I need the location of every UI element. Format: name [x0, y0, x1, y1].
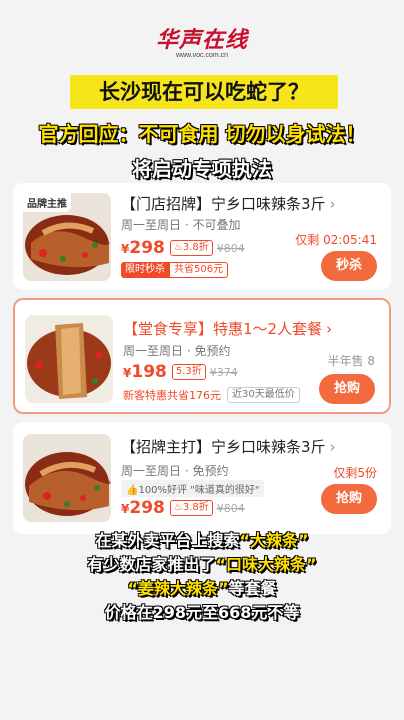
discount-badge: ♨3.8折 [169, 240, 213, 256]
deal-meta: 周一至周日 · 免预约 [121, 464, 229, 478]
stock-remaining: 仅剩5份 [333, 466, 377, 480]
flame-icon: ♨ [173, 242, 183, 253]
price-row: ¥298 ♨3.8折 ¥804 [121, 498, 245, 518]
original-price: ¥374 [209, 365, 238, 379]
logo-text: 华声在线 [155, 27, 248, 53]
review-snippet: 👍100%好评 "味道真的很好" [121, 480, 265, 497]
deal-card[interactable]: 【招牌主打】宁乡口味辣条3斤 › 周一至周日 · 免预约 👍100%好评 "味道真… [13, 422, 391, 534]
deal-meta: 周一至周日 · 免预约 [123, 344, 231, 358]
food-image [23, 434, 111, 522]
news-logo: 华声在线 www.voc.com.cn [0, 22, 404, 59]
chevron-right-icon: › [329, 438, 336, 456]
price: ¥298 [121, 238, 165, 258]
deal-title: 【堂食专享】特惠1～2人套餐 › [123, 320, 333, 338]
promo-row: 限时秒杀 共省506元 [121, 262, 229, 278]
price: ¥298 [121, 498, 165, 518]
lowest-price-tag: 近30天最低价 [227, 387, 300, 403]
price-row: ¥298 ♨3.8折 ¥804 [121, 238, 245, 258]
subtitle-enforcement: 将启动专项执法 [132, 157, 272, 181]
sales-count: 半年售 8 [327, 354, 375, 368]
flash-buy-button[interactable]: 秒杀 [321, 251, 377, 281]
buy-button[interactable]: 抢购 [319, 374, 375, 404]
caption-line-1: 在某外卖平台上搜索“大辣条” [95, 531, 309, 550]
deal-meta: 周一至周日 · 不可叠加 [121, 218, 241, 232]
caption-line-2: 有少数店家推出了“口味大辣条” [87, 555, 317, 574]
deal-card[interactable]: 【堂食专享】特惠1～2人套餐 › 周一至周日 · 免预约 ¥198 5.3折 ¥3… [13, 298, 391, 414]
deal-title: 【招牌主打】宁乡口味辣条3斤 › [121, 438, 336, 456]
buy-button[interactable]: 抢购 [321, 484, 377, 514]
discount-badge: 5.3折 [171, 364, 206, 380]
flash-sale-tag: 限时秒杀 [121, 262, 169, 278]
headline: 长沙现在可以吃蛇了？ [70, 75, 338, 109]
saving-tag: 共省506元 [169, 262, 229, 278]
promo-row: 新客特惠共省176元 近30天最低价 [123, 387, 300, 403]
food-image: 品牌主推 [23, 193, 111, 281]
chevron-right-icon: › [326, 320, 333, 338]
original-price: ¥804 [216, 241, 245, 255]
brand-badge: 品牌主推 [23, 193, 71, 212]
price: ¥198 [123, 362, 167, 382]
deal-title: 【门店招牌】宁乡口味辣条3斤 › [121, 195, 336, 213]
subtitle-official-response: 官方回应：不可食用 切勿以身试法！ [38, 122, 366, 146]
logo-url: www.voc.com.cn [175, 52, 229, 59]
new-customer-saving: 新客特惠共省176元 [123, 389, 221, 402]
flame-icon: ♨ [173, 502, 183, 513]
thumbs-up-icon: 👍 [126, 485, 139, 496]
discount-badge: ♨3.8折 [169, 500, 213, 516]
deal-card[interactable]: 品牌主推 【门店招牌】宁乡口味辣条3斤 › 周一至周日 · 不可叠加 ¥298 ♨… [13, 183, 391, 290]
caption-line-4: 价格在298元至668元不等 [104, 603, 300, 622]
original-price: ¥804 [216, 501, 245, 515]
chevron-right-icon: › [329, 195, 336, 213]
price-row: ¥198 5.3折 ¥374 [123, 362, 238, 382]
food-image [25, 315, 113, 403]
countdown: 仅剩 02:05:41 [295, 233, 377, 247]
caption-line-3: “姜辣大辣条”等套餐 [127, 579, 277, 598]
